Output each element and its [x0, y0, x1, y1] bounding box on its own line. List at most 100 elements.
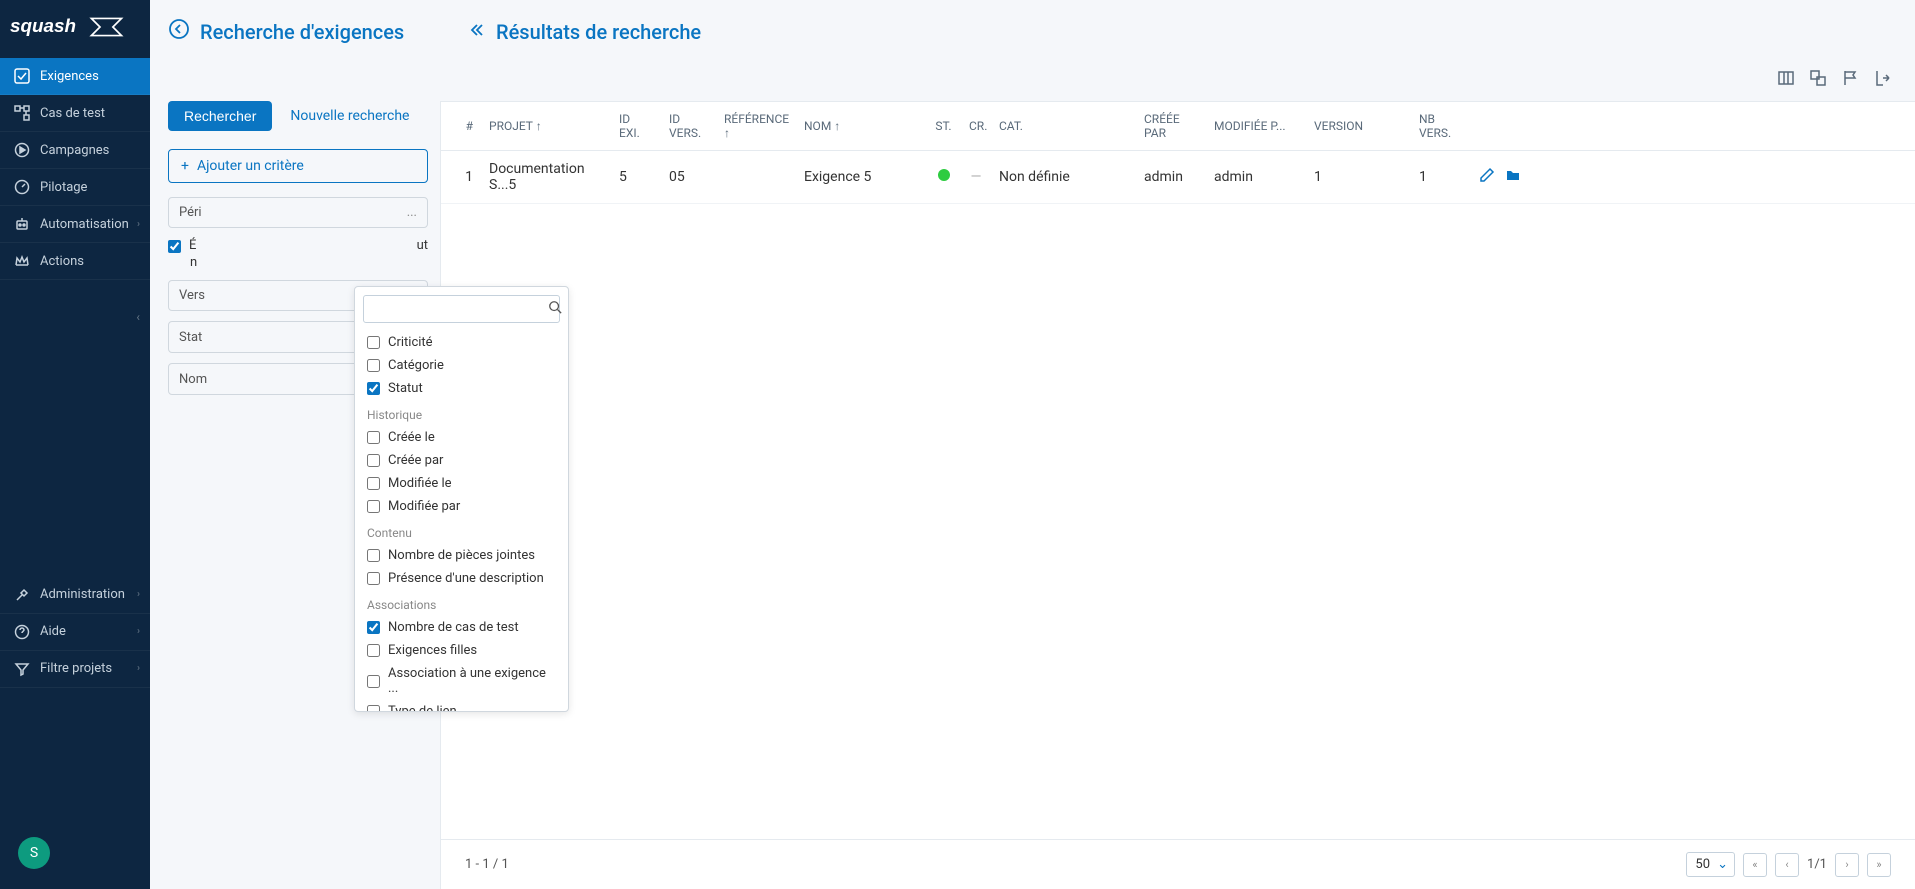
- link-icon[interactable]: [1809, 69, 1827, 91]
- search-panel: Rechercher Nouvelle recherche + Ajouter …: [150, 101, 440, 889]
- back-icon[interactable]: [168, 18, 190, 45]
- dropdown-checkbox[interactable]: [367, 382, 380, 395]
- first-page-button[interactable]: «: [1743, 853, 1767, 877]
- prev-page-button[interactable]: ‹: [1775, 853, 1799, 877]
- search-title: Recherche d'exigences: [200, 20, 404, 44]
- dropdown-item[interactable]: Créée le: [363, 426, 560, 449]
- search-icon: [548, 300, 562, 318]
- check-square-icon: [14, 68, 30, 84]
- col-cat[interactable]: CAT.: [991, 119, 1136, 133]
- gauge-icon: [14, 179, 30, 195]
- nav-exigences[interactable]: Exigences: [0, 58, 150, 95]
- dropdown-group: Associations: [363, 590, 560, 616]
- dropdown-item[interactable]: Nombre de cas de test: [363, 616, 560, 639]
- col-st[interactable]: ST.: [926, 119, 961, 133]
- col-idvers[interactable]: ID VERS.: [661, 112, 716, 140]
- sidebar: squash Exigences Cas de test Campagnes P…: [0, 0, 150, 889]
- criteria-dropdown: CriticitéCatégorieStatutHistoriqueCréée …: [354, 286, 569, 712]
- perimeter-field[interactable]: Péri ...: [168, 197, 428, 228]
- dropdown-item[interactable]: Statut: [363, 377, 560, 400]
- dropdown-item[interactable]: Présence d'une description: [363, 567, 560, 590]
- edit-icon[interactable]: [1479, 167, 1495, 187]
- nav-campagnes[interactable]: Campagnes: [0, 132, 150, 169]
- scope-checkbox-row: É ut: [168, 238, 428, 253]
- export-icon[interactable]: [1873, 69, 1891, 91]
- chevron-right-icon: ›: [137, 663, 140, 674]
- dropdown-checkbox[interactable]: [367, 477, 380, 490]
- logo[interactable]: squash: [0, 0, 150, 58]
- page-size-select[interactable]: 50: [1686, 852, 1735, 877]
- add-criteria-button[interactable]: + Ajouter un critère: [168, 149, 428, 183]
- col-cr[interactable]: CR.: [961, 119, 991, 133]
- crown-icon: [14, 253, 30, 269]
- nav-pilotage[interactable]: Pilotage: [0, 169, 150, 206]
- dropdown-item[interactable]: Nombre de pièces jointes: [363, 544, 560, 567]
- col-creee[interactable]: CRÉÉE PAR: [1136, 112, 1206, 140]
- next-page-button[interactable]: ›: [1835, 853, 1859, 877]
- dropdown-checkbox[interactable]: [367, 644, 380, 657]
- new-search-link[interactable]: Nouvelle recherche: [290, 108, 409, 124]
- col-nbvers[interactable]: NB VERS.: [1411, 112, 1471, 140]
- dropdown-checkbox[interactable]: [367, 454, 380, 467]
- nav-automatisation[interactable]: Automatisation ›: [0, 206, 150, 243]
- dropdown-checkbox[interactable]: [367, 549, 380, 562]
- scope-checkbox[interactable]: [168, 240, 181, 253]
- columns-icon[interactable]: [1777, 69, 1795, 91]
- robot-icon: [14, 216, 30, 232]
- dropdown-checkbox[interactable]: [367, 705, 380, 711]
- nav-filtre-projets[interactable]: Filtre projets ›: [0, 651, 150, 688]
- tree-icon: [14, 105, 30, 121]
- table-row[interactable]: 1Documentation S...5505Exigence 5—Non dé…: [441, 151, 1915, 204]
- dropdown-checkbox[interactable]: [367, 500, 380, 513]
- dropdown-item[interactable]: Modifiée par: [363, 495, 560, 518]
- dropdown-item[interactable]: Criticité: [363, 331, 560, 354]
- dropdown-item[interactable]: Exigences filles: [363, 639, 560, 662]
- search-button[interactable]: Rechercher: [168, 101, 272, 131]
- chevron-right-icon: ›: [137, 626, 140, 637]
- status-dot-icon: [938, 169, 950, 181]
- dropdown-checkbox[interactable]: [367, 431, 380, 444]
- table-header: # PROJET ID EXI. ID VERS. RÉFÉRENCE NOM …: [441, 101, 1915, 151]
- col-idexi[interactable]: ID EXI.: [611, 112, 661, 140]
- chevron-right-icon: ›: [137, 219, 140, 230]
- nav-administration[interactable]: Administration ›: [0, 577, 150, 614]
- chevron-right-icon: ›: [137, 589, 140, 600]
- last-page-button[interactable]: »: [1867, 853, 1891, 877]
- col-reference[interactable]: RÉFÉRENCE: [716, 112, 796, 140]
- table-footer: 1 - 1 / 1 50 « ‹ 1/1 › »: [441, 839, 1915, 889]
- tools-icon: [14, 587, 30, 603]
- dropdown-group: Historique: [363, 400, 560, 426]
- collapse-results-icon[interactable]: [468, 20, 486, 44]
- dropdown-checkbox[interactable]: [367, 572, 380, 585]
- nav-aide[interactable]: Aide ›: [0, 614, 150, 651]
- nav-cas-de-test[interactable]: Cas de test: [0, 95, 150, 132]
- col-projet[interactable]: PROJET: [481, 119, 611, 133]
- results-panel: # PROJET ID EXI. ID VERS. RÉFÉRENCE NOM …: [440, 101, 1915, 889]
- play-circle-icon: [14, 142, 30, 158]
- dropdown-item[interactable]: Association à une exigence ...: [363, 662, 560, 700]
- results-title: Résultats de recherche: [496, 20, 701, 44]
- plus-icon: +: [181, 158, 189, 174]
- dropdown-item[interactable]: Modifiée le: [363, 472, 560, 495]
- user-avatar[interactable]: S: [18, 837, 50, 869]
- col-version[interactable]: VERSION: [1306, 119, 1411, 133]
- dropdown-search-input[interactable]: [372, 302, 548, 317]
- header: Recherche d'exigences Résultats de reche…: [150, 0, 1915, 59]
- col-nom[interactable]: NOM: [796, 119, 926, 133]
- collapse-sidebar-button[interactable]: ‹: [0, 302, 150, 332]
- folder-icon[interactable]: [1505, 167, 1521, 187]
- dropdown-item[interactable]: Catégorie: [363, 354, 560, 377]
- col-modifiee[interactable]: MODIFIÉE P...: [1206, 119, 1306, 133]
- flag-icon[interactable]: [1841, 69, 1859, 91]
- nav-actions[interactable]: Actions: [0, 243, 150, 280]
- filter-icon: [14, 661, 30, 677]
- dropdown-item[interactable]: Créée par: [363, 449, 560, 472]
- dropdown-item[interactable]: Type de lien: [363, 700, 560, 711]
- col-num[interactable]: #: [441, 119, 481, 133]
- dropdown-checkbox[interactable]: [367, 336, 380, 349]
- help-icon: [14, 624, 30, 640]
- dropdown-checkbox[interactable]: [367, 621, 380, 634]
- dropdown-checkbox[interactable]: [367, 675, 380, 688]
- result-range: 1 - 1 / 1: [465, 857, 509, 872]
- dropdown-checkbox[interactable]: [367, 359, 380, 372]
